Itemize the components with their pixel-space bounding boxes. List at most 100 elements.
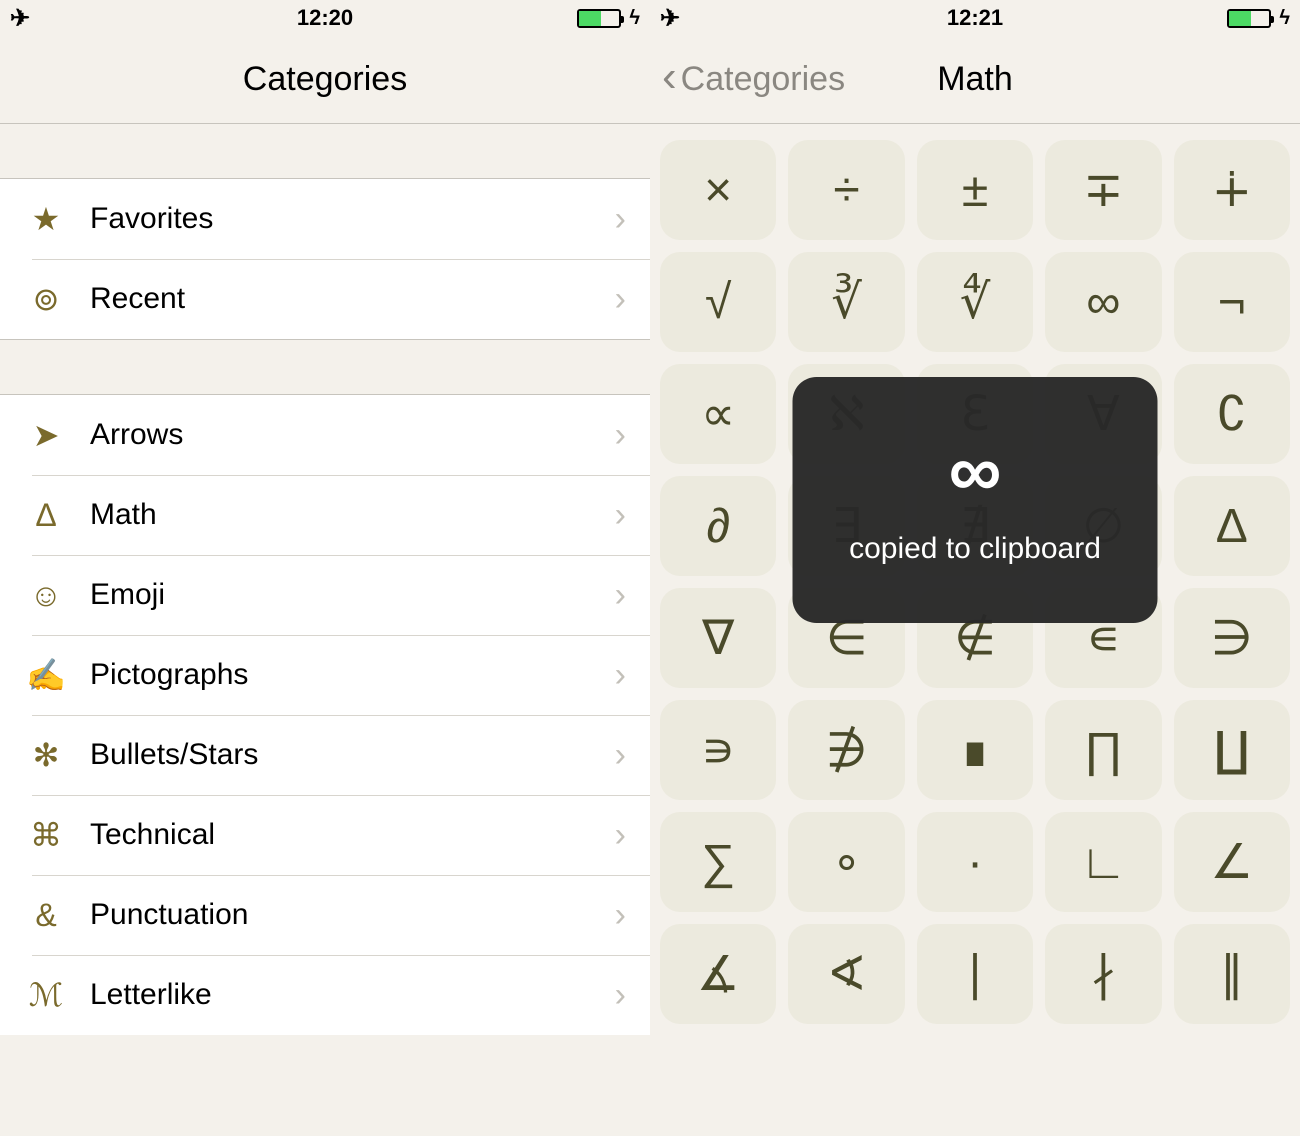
battery-icon xyxy=(577,9,621,28)
battery-icon xyxy=(1227,9,1271,28)
symbol-cell[interactable]: ∑ xyxy=(660,812,776,912)
status-left: ✈︎ xyxy=(10,4,130,33)
list-row-technical[interactable]: ⌘Technical› xyxy=(0,795,650,875)
symbol-cell[interactable]: × xyxy=(660,140,776,240)
symbol-cell[interactable]: ∠ xyxy=(1174,812,1290,912)
list-row-emoji[interactable]: ☺Emoji› xyxy=(0,555,650,635)
list-row-bullets-stars[interactable]: ✻Bullets/Stars› xyxy=(0,715,650,795)
symbol-cell[interactable]: ÷ xyxy=(788,140,904,240)
chevron-left-icon: ‹ xyxy=(662,55,677,99)
symbol-cell[interactable]: √ xyxy=(660,252,776,352)
recent-icon: ⊚ xyxy=(22,280,70,318)
back-button[interactable]: ‹ Categories xyxy=(650,60,845,99)
symbol-cell[interactable]: ∐ xyxy=(1174,700,1290,800)
chevron-right-icon: › xyxy=(615,896,626,935)
row-label: Favorites xyxy=(70,202,615,236)
list-group-user: ★Favorites›⊚Recent› xyxy=(0,178,650,340)
symbol-cell[interactable]: ∢ xyxy=(788,924,904,1024)
bullets-stars-icon: ✻ xyxy=(22,736,70,774)
emoji-icon: ☺ xyxy=(22,577,70,614)
list-row-math[interactable]: ΔMath› xyxy=(0,475,650,555)
symbol-cell[interactable]: ∓ xyxy=(1045,140,1161,240)
charging-icon: ϟ xyxy=(1279,7,1290,30)
symbol-cell[interactable]: ∛ xyxy=(788,252,904,352)
chevron-right-icon: › xyxy=(615,656,626,695)
list-spacer xyxy=(0,340,650,394)
right-screen: ✈︎ 12:21 ϟ ‹ Categories Math ×÷±∓∔ √∛∜∞¬ ∝… xyxy=(650,0,1300,1136)
airplane-mode-icon: ✈︎ xyxy=(10,4,30,33)
symbol-cell[interactable]: ± xyxy=(917,140,1033,240)
symbol-cell[interactable]: ∏ xyxy=(1045,700,1161,800)
symbol-cell[interactable]: ∥ xyxy=(1174,924,1290,1024)
chevron-right-icon: › xyxy=(615,816,626,855)
nav-bar: Categories xyxy=(0,36,650,124)
row-label: Emoji xyxy=(70,578,615,612)
status-time: 12:21 xyxy=(780,5,1170,31)
symbol-cell[interactable]: ∁ xyxy=(1174,364,1290,464)
status-right: ϟ xyxy=(520,7,640,30)
chevron-right-icon: › xyxy=(615,280,626,319)
symbol-cell[interactable]: ∝ xyxy=(660,364,776,464)
row-label: Punctuation xyxy=(70,898,615,932)
charging-icon: ϟ xyxy=(629,7,640,30)
symbol-cell[interactable]: ∞ xyxy=(1045,252,1161,352)
punctuation-icon: & xyxy=(22,897,70,934)
list-row-letterlike[interactable]: ℳLetterlike› xyxy=(0,955,650,1035)
row-label: Arrows xyxy=(70,418,615,452)
symbol-cell[interactable]: ∔ xyxy=(1174,140,1290,240)
back-label: Categories xyxy=(681,60,845,99)
left-screen: ✈︎ 12:20 ϟ Categories ★Favorites›⊚Recent… xyxy=(0,0,650,1136)
row-label: Math xyxy=(70,498,615,532)
pictographs-icon: ✍ xyxy=(22,656,70,694)
symbol-cell[interactable]: ∇ xyxy=(660,588,776,688)
symbol-cell[interactable]: ∣ xyxy=(917,924,1033,1024)
symbol-cell[interactable]: ∜ xyxy=(917,252,1033,352)
symbol-cell[interactable]: ∡ xyxy=(660,924,776,1024)
chevron-right-icon: › xyxy=(615,416,626,455)
symbol-cell[interactable]: ∎ xyxy=(917,700,1033,800)
nav-bar: ‹ Categories Math xyxy=(650,36,1300,124)
list-row-pictographs[interactable]: ✍Pictographs› xyxy=(0,635,650,715)
symbol-cell[interactable]: ∌ xyxy=(788,700,904,800)
copied-toast: ∞ copied to clipboard xyxy=(793,377,1158,623)
symbol-cell[interactable]: ∙ xyxy=(917,812,1033,912)
chevron-right-icon: › xyxy=(615,736,626,775)
row-label: Letterlike xyxy=(70,978,615,1012)
list-spacer xyxy=(0,124,650,178)
symbol-cell[interactable]: ¬ xyxy=(1174,252,1290,352)
list-row-arrows[interactable]: ➤Arrows› xyxy=(0,395,650,475)
toast-message: copied to clipboard xyxy=(849,532,1101,566)
symbol-cell[interactable]: ∆ xyxy=(1174,476,1290,576)
symbol-cell[interactable]: ∂ xyxy=(660,476,776,576)
status-time: 12:20 xyxy=(130,5,520,31)
list-row-recent[interactable]: ⊚Recent› xyxy=(0,259,650,339)
symbol-grid-scroll[interactable]: ×÷±∓∔√∛∜∞¬∝ℵℇ∀∁∂∃∄∅∆∇∈∉∊∋∍∌∎∏∐∑∘∙∟∠∡∢∣∤∥ xyxy=(650,124,1300,1136)
symbol-cell[interactable]: ∤ xyxy=(1045,924,1161,1024)
battery-fill xyxy=(1229,11,1251,26)
list-row-favorites[interactable]: ★Favorites› xyxy=(0,179,650,259)
status-bar: ✈︎ 12:21 ϟ xyxy=(650,0,1300,36)
row-label: Recent xyxy=(70,282,615,316)
row-label: Pictographs xyxy=(70,658,615,692)
symbol-cell[interactable]: ∍ xyxy=(660,700,776,800)
row-label: Bullets/Stars xyxy=(70,738,615,772)
nav-title: Categories xyxy=(0,60,650,99)
chevron-right-icon: › xyxy=(615,200,626,239)
symbol-cell[interactable]: ∟ xyxy=(1045,812,1161,912)
status-bar: ✈︎ 12:20 ϟ xyxy=(0,0,650,36)
chevron-right-icon: › xyxy=(615,576,626,615)
technical-icon: ⌘ xyxy=(22,816,70,854)
symbol-cell[interactable]: ∘ xyxy=(788,812,904,912)
battery-fill xyxy=(579,11,601,26)
status-left: ✈︎ xyxy=(660,4,780,33)
status-right: ϟ xyxy=(1170,7,1290,30)
airplane-mode-icon: ✈︎ xyxy=(660,4,680,33)
chevron-right-icon: › xyxy=(615,976,626,1015)
chevron-right-icon: › xyxy=(615,496,626,535)
favorites-icon: ★ xyxy=(22,200,70,238)
math-icon: Δ xyxy=(22,497,70,534)
list-group-categories: ➤Arrows›ΔMath›☺Emoji›✍Pictographs›✻Bulle… xyxy=(0,394,650,1035)
list-row-punctuation[interactable]: &Punctuation› xyxy=(0,875,650,955)
symbol-cell[interactable]: ∋ xyxy=(1174,588,1290,688)
arrows-icon: ➤ xyxy=(22,416,70,454)
